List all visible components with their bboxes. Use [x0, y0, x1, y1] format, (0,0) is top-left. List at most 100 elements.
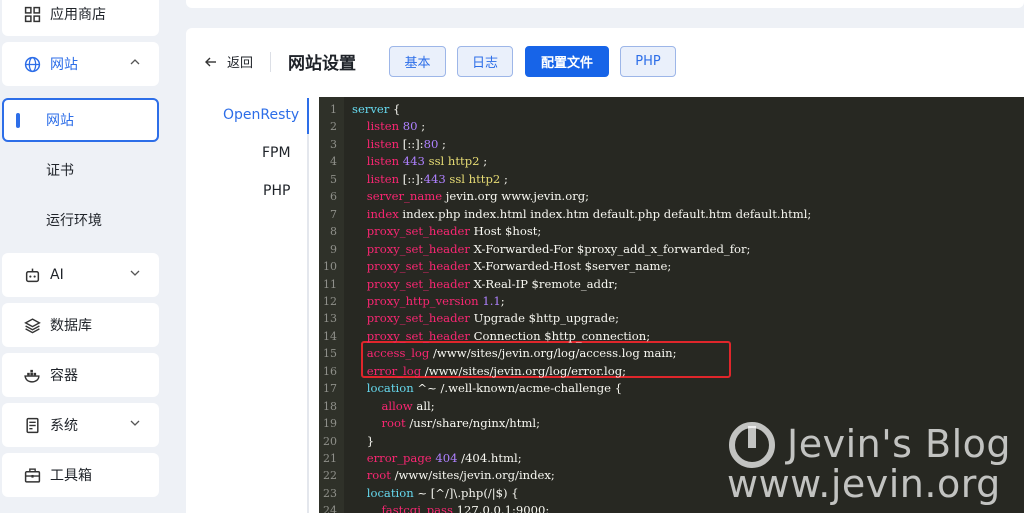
line-number: 6: [330, 190, 337, 204]
subnav-openresty[interactable]: OpenResty: [223, 107, 299, 123]
code-line[interactable]: 18 allow all;: [319, 398, 1024, 415]
code-text: proxy_set_header X-Real-IP $remote_addr;: [366, 276, 618, 291]
globe-icon: [23, 55, 41, 73]
chevron-down-icon: [130, 270, 140, 276]
sidebar-item-label: 数据库: [50, 318, 92, 334]
sidebar-item-website[interactable]: 网站: [2, 42, 159, 86]
sidebar-item-label: 应用商店: [50, 7, 106, 23]
sidebar-sub-label: 证书: [46, 163, 74, 179]
line-number: 16: [323, 364, 337, 378]
code-text: listen 443 ssl http2 ;: [366, 154, 488, 169]
line-number: 15: [323, 347, 337, 361]
code-text: proxy_set_header Connection $http_connec…: [366, 328, 651, 343]
watermark-url: www.jevin.org: [727, 462, 1001, 506]
sidebar-sub-label: 运行环境: [46, 213, 102, 229]
line-number: 9: [330, 242, 337, 256]
code-line[interactable]: 1 server {: [319, 101, 1024, 118]
docker-icon: [23, 366, 41, 384]
subnav-php[interactable]: PHP: [263, 183, 290, 199]
code-line[interactable]: 16 error_log /www/sites/jevin.org/log/er…: [319, 363, 1024, 380]
sidebar-sub-certificate[interactable]: 证书: [2, 148, 159, 192]
chevron-up-icon: [130, 59, 140, 65]
code-line[interactable]: 5 listen [::]:443 ssl http2 ;: [319, 171, 1024, 188]
line-number: 1: [330, 103, 337, 116]
line-number: 24: [323, 504, 337, 513]
sidebar-item-label: AI: [50, 267, 64, 283]
code-line[interactable]: 9 proxy_set_header X-Forwarded-For $prox…: [319, 241, 1024, 258]
code-text: location ^~ /.well-known/acme-challenge …: [366, 381, 623, 396]
code-line[interactable]: 15 access_log /www/sites/jevin.org/log/a…: [319, 345, 1024, 362]
code-line[interactable]: 2 listen 80 ;: [319, 118, 1024, 135]
line-number: 21: [323, 452, 337, 465]
code-text: server {: [352, 102, 401, 116]
code-line[interactable]: 13 proxy_set_header Upgrade $http_upgrad…: [319, 310, 1024, 327]
tab-logs[interactable]: 日志: [457, 46, 513, 77]
line-number: 23: [323, 486, 337, 500]
server-icon: [23, 416, 41, 434]
code-line[interactable]: 17 location ^~ /.well-known/acme-challen…: [319, 380, 1024, 397]
arrow-left-icon: [205, 57, 216, 66]
subnav-fpm[interactable]: FPM: [262, 145, 291, 161]
code-text: fastcgi_pass 127.0.0.1:9000;: [381, 503, 550, 513]
grid-icon: [23, 5, 41, 23]
code-text: error_page 404 /404.html;: [366, 451, 522, 465]
code-text: proxy_http_version 1.1;: [366, 293, 505, 308]
sidebar-item-ai[interactable]: AI: [2, 253, 159, 297]
top-panel: [186, 0, 1024, 8]
line-number: 3: [330, 137, 337, 151]
chevron-down-icon: [130, 420, 140, 426]
active-indicator: [16, 113, 20, 128]
code-line[interactable]: 14 proxy_set_header Connection $http_con…: [319, 328, 1024, 345]
back-button[interactable]: 返回: [204, 52, 253, 71]
code-text: }: [352, 433, 375, 448]
sidebar-sub-runtime[interactable]: 运行环境: [2, 198, 159, 242]
line-number: 10: [323, 260, 337, 274]
sidebar-item-label: 网站: [50, 57, 78, 73]
code-text: listen [::]:80 ;: [366, 136, 446, 151]
sidebar-item-toolbox[interactable]: 工具箱: [2, 453, 159, 497]
tab-config-file[interactable]: 配置文件: [525, 46, 609, 77]
code-text: error_log /www/sites/jevin.org/log/error…: [366, 363, 627, 378]
line-number: 12: [323, 294, 337, 308]
code-line[interactable]: 3 listen [::]:80 ;: [319, 136, 1024, 153]
line-number: 14: [323, 329, 337, 343]
sidebar-sub-website[interactable]: 网站: [2, 98, 159, 142]
line-number: 13: [323, 312, 337, 326]
code-line[interactable]: 7 index index.php index.html index.htm d…: [319, 206, 1024, 223]
sidebar-item-label: 系统: [50, 418, 78, 434]
code-text: listen [::]:443 ssl http2 ;: [366, 171, 508, 186]
code-text: proxy_set_header Host $host;: [366, 224, 542, 239]
code-line[interactable]: 4 listen 443 ssl http2 ;: [319, 153, 1024, 170]
sidebar-item-label: 工具箱: [50, 468, 92, 484]
tab-php[interactable]: PHP: [620, 46, 676, 77]
line-number: 17: [323, 382, 337, 396]
code-line[interactable]: 12 proxy_http_version 1.1;: [319, 293, 1024, 310]
subnav-track: [307, 98, 309, 513]
toolbox-icon: [23, 466, 41, 484]
sidebar-item-label: 容器: [50, 368, 78, 384]
subnav-active-marker: [307, 98, 309, 134]
back-label: 返回: [227, 56, 254, 71]
line-number: 2: [330, 120, 337, 134]
line-number: 11: [323, 277, 337, 291]
sidebar-item-system[interactable]: 系统: [2, 403, 159, 447]
tab-basic[interactable]: 基本: [389, 46, 446, 77]
line-number: 19: [323, 417, 337, 431]
code-line[interactable]: 11 proxy_set_header X-Real-IP $remote_ad…: [319, 276, 1024, 293]
code-text: index index.php index.html index.htm def…: [366, 206, 812, 221]
code-line[interactable]: 8 proxy_set_header Host $host;: [319, 223, 1024, 240]
page-title: 网站设置: [288, 54, 356, 74]
watermark: Jevin's Blog www.jevin.org: [725, 418, 1020, 508]
code-text: proxy_set_header X-Forwarded-For $proxy_…: [366, 241, 751, 256]
code-text: proxy_set_header Upgrade $http_upgrade;: [366, 311, 619, 326]
sidebar-item-container[interactable]: 容器: [2, 353, 159, 397]
robot-icon: [23, 266, 41, 284]
sidebar-item-app-store[interactable]: 应用商店: [2, 0, 159, 36]
code-line[interactable]: 10 proxy_set_header X-Forwarded-Host $se…: [319, 258, 1024, 275]
code-line[interactable]: 6 server_name jevin.org www.jevin.org;: [319, 188, 1024, 205]
sidebar-item-database[interactable]: 数据库: [2, 303, 159, 347]
code-text: listen 80 ;: [366, 119, 426, 134]
line-number: 8: [330, 225, 337, 239]
code-text: root /www/sites/jevin.org/index;: [366, 468, 555, 483]
line-number: 22: [323, 469, 337, 483]
